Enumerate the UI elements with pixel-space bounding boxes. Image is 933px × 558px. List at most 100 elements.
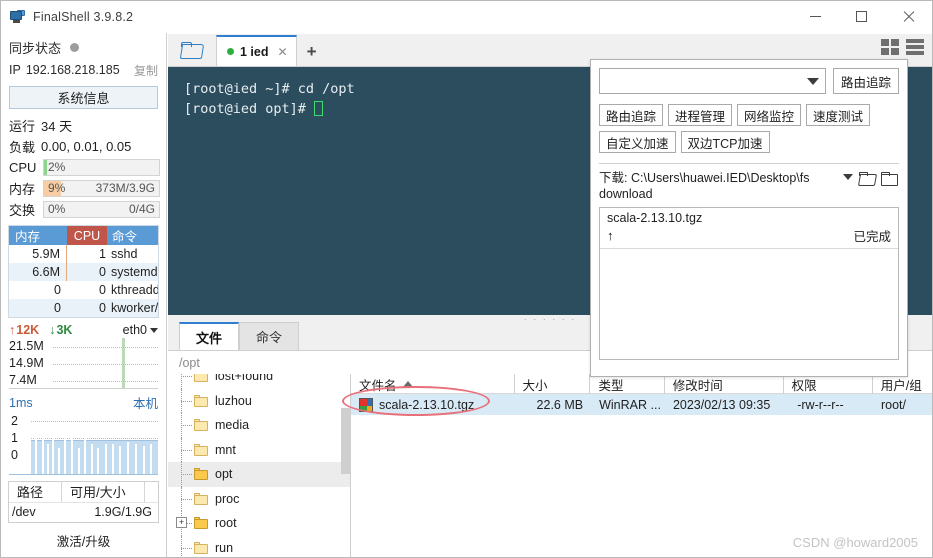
tree-item-luzhou[interactable]: luzhou — [168, 388, 350, 413]
terminal-line-2: [root@ied opt]# — [184, 101, 315, 117]
tree-item-label: root — [215, 516, 237, 531]
close-icon[interactable]: ✕ — [278, 45, 288, 59]
tree-item-run[interactable]: run — [168, 535, 350, 557]
network-monitor-button[interactable]: 网络监控 — [737, 104, 802, 126]
tree-item-proc[interactable]: proc — [168, 486, 350, 511]
ping-header: 1ms 本机 — [1, 389, 166, 412]
tree-item-label: lost+found — [215, 374, 274, 384]
ping-host-label: 本机 — [132, 397, 158, 411]
process-table[interactable]: 内存 CPU 命令 5.9M 1 sshd 6.6M 0 systemd 0 0… — [8, 225, 159, 318]
terminal-cursor — [314, 101, 324, 116]
copy-ip-button[interactable]: 复制 — [134, 62, 158, 79]
tab-files[interactable]: 文件 — [179, 322, 240, 350]
folder-icon[interactable] — [881, 172, 898, 186]
expand-icon[interactable]: + — [176, 517, 187, 528]
table-row[interactable]: 0 0 kworker/... — [9, 299, 158, 317]
tool-buttons-row-2: 自定义加速 双边TCP加速 — [591, 126, 907, 153]
list-item[interactable]: scala-2.13.10.tgz ↑ 已完成 — [600, 208, 898, 249]
cpu-meter-label: CPU — [9, 160, 37, 175]
network-y-label: 21.5M — [9, 339, 44, 353]
file-permissions: -rw-r--r-- — [797, 397, 844, 412]
chevron-down-icon[interactable] — [843, 174, 853, 180]
process-col-cpu[interactable]: CPU — [67, 226, 107, 245]
open-folder-icon[interactable] — [859, 172, 876, 185]
table-row[interactable]: 6.6M 0 systemd — [9, 263, 158, 281]
tree-item-opt[interactable]: opt — [168, 462, 350, 487]
column-header-size[interactable]: 大小 — [515, 374, 591, 394]
tree-item-mnt[interactable]: mnt — [168, 437, 350, 462]
new-tab-button[interactable]: + — [307, 38, 317, 66]
file-list[interactable]: 文件名 大小 类型 修改时间 权限 用户/组 scala-2.13.10.tgz… — [351, 374, 932, 557]
route-trace-button[interactable]: 路由追踪 — [832, 68, 899, 94]
minimize-button[interactable] — [792, 1, 838, 33]
ping-graph: 2 1 0 — [9, 413, 158, 475]
network-interface-selector[interactable]: eth0 — [123, 323, 158, 337]
column-header-owner[interactable]: 用户/组 — [873, 374, 932, 394]
process-cmd: kthreadd — [111, 283, 158, 297]
process-col-mem[interactable]: 内存 — [9, 226, 67, 245]
network-y-label: 14.9M — [9, 356, 44, 370]
close-button[interactable] — [884, 1, 932, 33]
process-col-cmd[interactable]: 命令 — [107, 226, 158, 245]
cpu-meter-row: CPU 2% — [1, 157, 166, 178]
download-arrow-icon: ↓ — [49, 322, 56, 337]
process-manager-button[interactable]: 进程管理 — [668, 104, 733, 126]
download-item-status-row: ↑ 已完成 — [607, 226, 891, 245]
download-list[interactable]: scala-2.13.10.tgz ↑ 已完成 — [599, 207, 899, 360]
column-header-modified[interactable]: 修改时间 — [665, 374, 784, 394]
process-cpu: 0 — [99, 283, 106, 297]
tree-item-root[interactable]: + root — [168, 511, 350, 536]
network-interface-label: eth0 — [122, 322, 147, 337]
tree-item-lost-found[interactable]: lost+found — [168, 374, 350, 389]
file-modified: 2023/02/13 09:35 — [672, 397, 771, 412]
process-cpu: 0 — [99, 265, 106, 279]
maximize-button[interactable] — [838, 1, 884, 33]
disk-table-header: 路径 可用/大小 — [9, 482, 158, 503]
column-header-label: 大小 — [522, 378, 548, 393]
column-header-filename[interactable]: 文件名 — [351, 374, 515, 394]
table-row[interactable]: scala-2.13.10.tgz 22.6 MB WinRAR ... 202… — [351, 394, 932, 415]
load-row: 负载 0.00, 0.01, 0.05 — [1, 136, 166, 157]
tree-item-media[interactable]: media — [168, 413, 350, 438]
column-header-label: 修改时间 — [672, 378, 723, 393]
table-row[interactable]: 0 0 kthreadd — [9, 281, 158, 299]
chevron-down-icon[interactable] — [806, 77, 819, 85]
speed-test-button[interactable]: 速度测试 — [806, 104, 871, 126]
network-y-label: 7.4M — [9, 373, 37, 387]
column-header-type[interactable]: 类型 — [590, 374, 665, 394]
tab-commands[interactable]: 命令 — [239, 322, 300, 350]
disk-table[interactable]: 路径 可用/大小 /dev 1.9G/1.9G — [8, 481, 159, 523]
folder-open-icon — [194, 468, 208, 481]
download-path-text: 下载: C:\Users\huawei.IED\Desktop\fs downl… — [599, 170, 839, 202]
route-trace-tool-button[interactable]: 路由追踪 — [599, 104, 664, 126]
process-cmd: sshd — [111, 247, 138, 261]
load-value: 0.00, 0.01, 0.05 — [41, 139, 132, 154]
tab-ied[interactable]: 1 ied ✕ — [216, 35, 297, 66]
cpu-meter: 2% — [43, 159, 160, 176]
tree-scrollbar[interactable] — [341, 408, 350, 474]
open-folder-button[interactable] — [168, 33, 216, 66]
folder-icon — [194, 443, 208, 456]
network-header: ↑ 12K ↓ 3K eth0 — [1, 318, 166, 338]
upload-arrow-icon: ↑ — [607, 228, 614, 243]
download-path-row: 下载: C:\Users\huawei.IED\Desktop\fs downl… — [591, 164, 907, 202]
host-combobox[interactable] — [599, 68, 826, 94]
hamburger-menu-icon[interactable] — [906, 39, 924, 55]
process-mem: 0 — [54, 301, 61, 315]
activate-upgrade-link[interactable]: 激活/升级 — [1, 531, 166, 550]
sync-status-row: 同步状态 — [1, 33, 166, 58]
column-header-permissions[interactable]: 权限 — [784, 374, 873, 394]
system-info-button[interactable]: 系统信息 — [9, 86, 158, 109]
process-cmd: kworker/... — [111, 301, 158, 315]
disk-path: /dev — [12, 505, 36, 519]
custom-accelerate-button[interactable]: 自定义加速 — [599, 131, 676, 153]
file-owner: root/ — [880, 397, 906, 412]
upload-arrow-icon: ↑ — [9, 322, 16, 337]
bilateral-tcp-accelerate-button[interactable]: 双边TCP加速 — [680, 131, 770, 153]
load-label: 负载 — [9, 140, 36, 155]
table-row[interactable]: 5.9M 1 sshd — [9, 245, 158, 263]
directory-tree[interactable]: lost+found luzhou media mnt opt proc + r… — [168, 374, 351, 557]
download-item-name: scala-2.13.10.tgz — [607, 211, 703, 225]
grid-view-icon[interactable] — [881, 39, 899, 55]
table-row[interactable]: /dev 1.9G/1.9G — [9, 503, 158, 522]
